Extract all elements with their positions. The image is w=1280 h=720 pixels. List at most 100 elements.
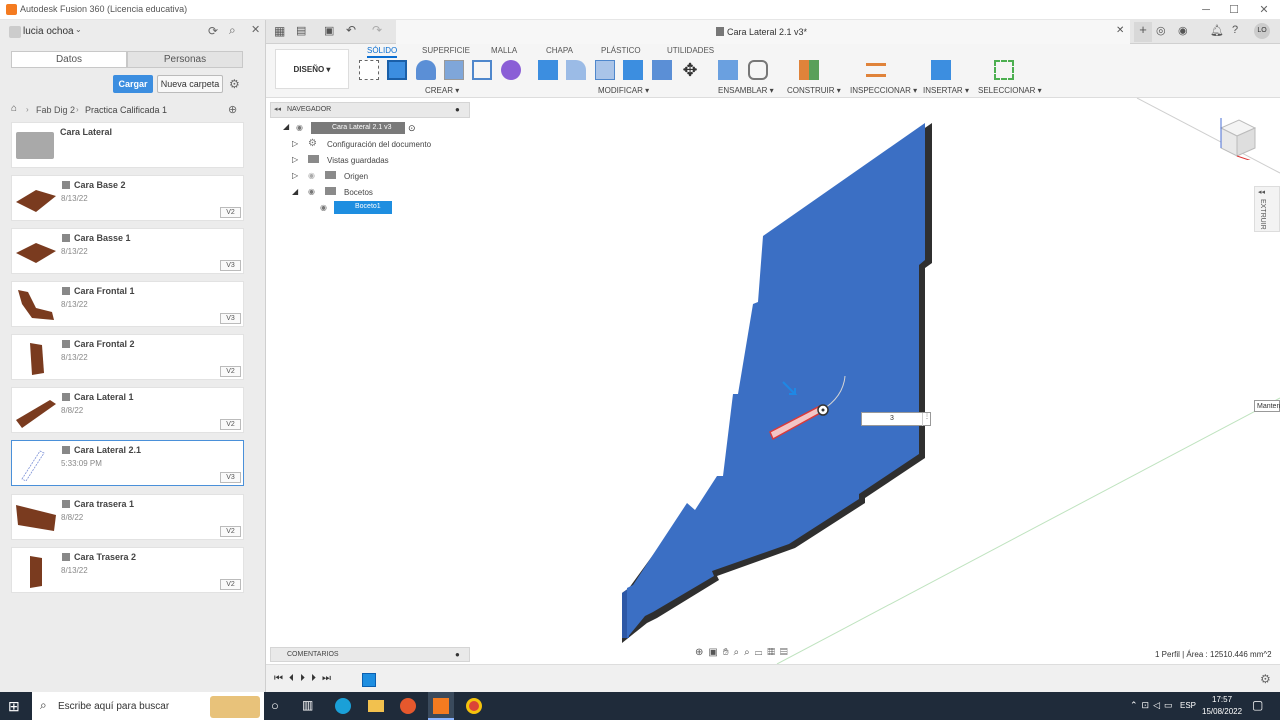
hole-icon[interactable] <box>444 60 464 80</box>
close-icon[interactable]: ✕ <box>1256 2 1272 18</box>
comments-bar[interactable]: COMENTARIOS ● <box>270 647 470 662</box>
tab-plastico[interactable]: PLÁSTICO <box>601 46 641 55</box>
cortana-icon[interactable]: ○ <box>271 698 287 714</box>
viewports-icon[interactable]: ▤ <box>780 647 793 658</box>
step-forward-icon[interactable]: ⏵ <box>311 673 322 684</box>
version-badge[interactable]: V2 <box>220 207 241 218</box>
expand-icon[interactable]: ◂◂ <box>1258 188 1265 196</box>
navigator-item-origin[interactable]: Origen <box>344 172 368 181</box>
navigator-item-config[interactable]: Configuración del documento <box>327 140 431 149</box>
split-body-icon[interactable] <box>652 60 672 80</box>
upload-button[interactable]: Cargar <box>113 75 153 93</box>
fusion-taskbar-button[interactable] <box>428 692 454 720</box>
chrome-icon[interactable] <box>466 698 482 714</box>
expand-arrow-icon[interactable]: ▷ <box>292 171 298 180</box>
pin-icon[interactable]: ● <box>455 650 460 659</box>
input-language[interactable]: ESP <box>1180 701 1196 710</box>
edge-icon[interactable] <box>335 698 351 714</box>
tab-utilidades[interactable]: UTILIDADES <box>667 46 714 55</box>
offset-plane-icon[interactable] <box>799 60 819 80</box>
pin-icon[interactable]: ● <box>455 105 460 114</box>
press-pull-icon[interactable] <box>538 60 558 80</box>
eye-icon[interactable]: ◉ <box>320 203 327 212</box>
battery-icon[interactable]: ▭ <box>1164 700 1177 710</box>
close-tab-icon[interactable]: ✕ <box>1116 25 1124 36</box>
extrude-icon[interactable] <box>387 60 407 80</box>
refresh-icon[interactable]: ⟳ <box>208 24 218 38</box>
eye-icon[interactable]: ◉ <box>308 187 315 196</box>
look-at-icon[interactable]: ▣ <box>708 647 722 658</box>
collapse-arrow-icon[interactable]: ◢ <box>292 187 298 196</box>
navigator-item-sketch1-selected[interactable]: Boceto1 <box>334 201 392 214</box>
version-badge[interactable]: V2 <box>220 579 241 590</box>
minimize-icon[interactable]: ─ <box>1198 2 1214 18</box>
document-tab[interactable]: Cara Lateral 2.1 v3* ✕ <box>396 20 1130 44</box>
tab-chapa[interactable]: CHAPA <box>546 46 573 55</box>
group-ensamblar[interactable]: ENSAMBLAR ▾ <box>718 86 774 95</box>
insert-image-icon[interactable] <box>931 60 951 80</box>
expand-arrow-icon[interactable]: ▷ <box>292 139 298 148</box>
search-box[interactable]: ⌕ Escribe aquí para buscar <box>32 692 264 720</box>
form-icon[interactable] <box>501 60 521 80</box>
move-icon[interactable]: ✥ <box>680 60 700 80</box>
network-icon[interactable]: ⊡ <box>1142 700 1154 710</box>
file-card[interactable]: Cara Frontal 1 8/13/22 V3 <box>11 281 244 327</box>
revolve-icon[interactable] <box>416 60 436 80</box>
fillet-icon[interactable] <box>566 60 586 80</box>
tab-personas[interactable]: Personas <box>127 51 243 68</box>
redo-icon[interactable]: ↷ <box>372 23 382 37</box>
pan-icon[interactable]: ✋︎ <box>723 647 734 658</box>
group-construir[interactable]: CONSTRUIR ▾ <box>787 86 841 95</box>
close-panel-icon[interactable]: ✕ <box>251 23 260 36</box>
timeline-settings-icon[interactable]: ⚙ <box>1260 672 1271 686</box>
chevron-down-icon[interactable]: ⌄ <box>75 25 82 34</box>
search-icon[interactable]: ⌕ <box>229 23 236 38</box>
grid-settings-icon[interactable]: ▦ <box>767 647 780 658</box>
go-to-start-icon[interactable]: ⏮ <box>274 673 289 684</box>
new-folder-button[interactable]: Nueva carpeta <box>157 75 223 93</box>
timeline-sketch-feature-icon[interactable] <box>362 673 376 687</box>
version-badge[interactable]: V3 <box>220 472 241 483</box>
file-card-selected[interactable]: Cara Lateral 2.1 5:33:09 PM V3 <box>11 440 244 486</box>
version-badge[interactable]: V2 <box>220 526 241 537</box>
group-modificar[interactable]: MODIFICAR ▾ <box>598 86 649 95</box>
extrude-panel-collapsed[interactable]: ◂◂ EXTRUIR <box>1254 186 1280 232</box>
collapse-icon[interactable]: ◂◂ <box>274 105 281 113</box>
clock-time[interactable]: 17:57 <box>1212 695 1232 704</box>
zoom-icon[interactable]: ⌕ <box>734 647 745 658</box>
firefox-icon[interactable] <box>400 698 416 714</box>
version-badge[interactable]: V3 <box>220 313 241 324</box>
folder-card[interactable]: Cara Lateral <box>11 122 244 168</box>
joint-icon[interactable] <box>748 60 768 80</box>
fit-icon[interactable]: ⌕ <box>744 647 755 658</box>
new-tab-icon[interactable]: + <box>1134 22 1152 42</box>
notification-center-icon[interactable]: ▢ <box>1252 698 1263 712</box>
measure-icon[interactable] <box>866 63 886 77</box>
file-card[interactable]: Cara Base 2 8/13/22 V2 <box>11 175 244 221</box>
expand-arrow-icon[interactable]: ◢ <box>283 122 291 131</box>
file-card[interactable]: Cara Trasera 2 8/13/22 V2 <box>11 547 244 593</box>
group-crear[interactable]: CREAR ▾ <box>425 86 459 95</box>
breadcrumb-item[interactable]: Fab Dig 2 <box>36 105 75 115</box>
account-avatar-icon[interactable]: LO <box>1254 23 1270 39</box>
shell-icon[interactable] <box>595 60 615 80</box>
activate-icon[interactable]: ⊙ <box>408 123 416 134</box>
dimension-input[interactable]: 3 ⋮ <box>861 412 931 426</box>
play-icon[interactable]: ⏵ <box>300 673 311 684</box>
new-component-icon[interactable] <box>718 60 738 80</box>
file-explorer-icon[interactable] <box>368 700 384 712</box>
version-badge[interactable]: V2 <box>220 419 241 430</box>
eye-icon[interactable]: ◉ <box>308 171 315 180</box>
workspace-selector[interactable]: DISEÑO ▾ <box>275 49 349 89</box>
navigator-item-views[interactable]: Vistas guardadas <box>327 156 389 165</box>
clock-date[interactable]: 15/08/2022 <box>1202 707 1242 716</box>
create-sketch-icon[interactable] <box>359 60 379 80</box>
version-badge[interactable]: V3 <box>220 260 241 271</box>
version-badge[interactable]: V2 <box>220 366 241 377</box>
tab-superficie[interactable]: SUPERFICIE <box>422 46 470 55</box>
home-icon[interactable]: ⌂ <box>11 103 17 114</box>
group-insertar[interactable]: INSERTAR ▾ <box>923 86 969 95</box>
gear-icon[interactable]: ⚙ <box>229 77 240 91</box>
expand-arrow-icon[interactable]: ▷ <box>292 155 298 164</box>
file-card[interactable]: Cara Basse 1 8/13/22 V3 <box>11 228 244 274</box>
